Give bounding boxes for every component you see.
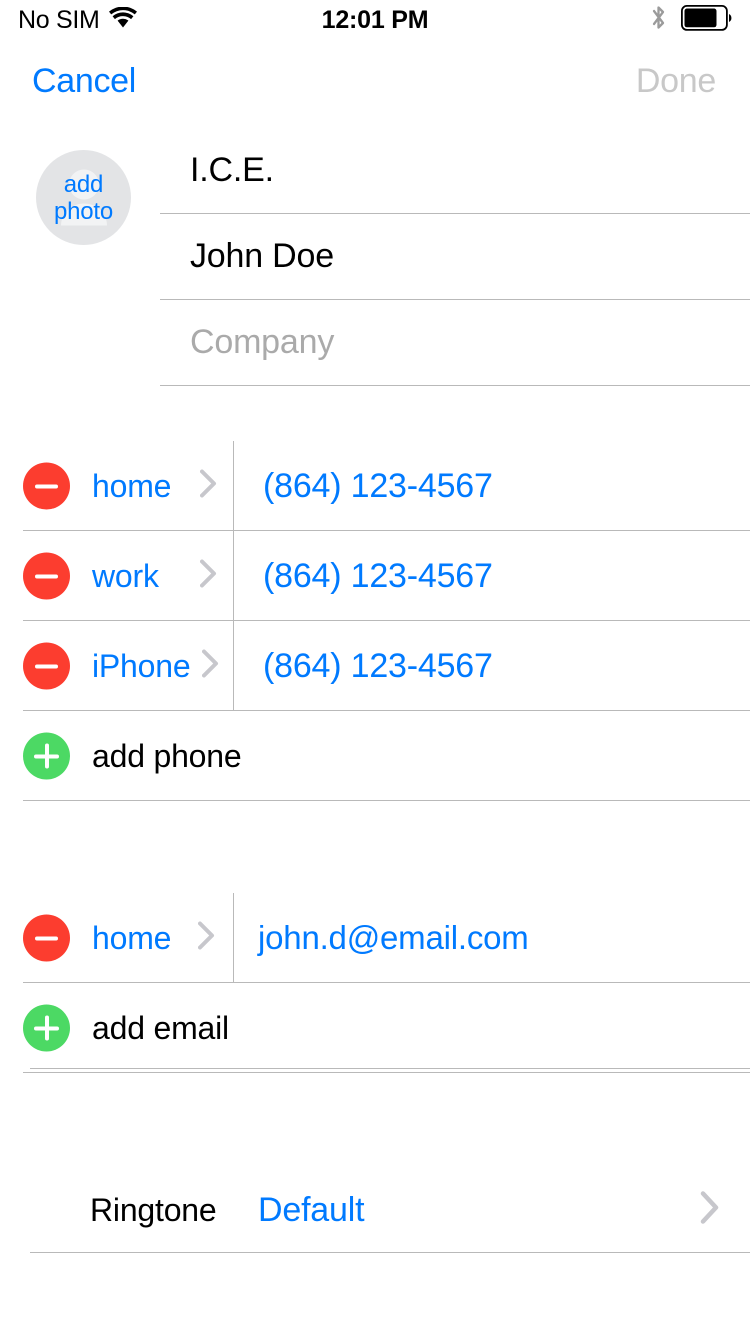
minus-icon <box>35 936 58 940</box>
status-bar: No SIM 12:01 PM <box>0 0 750 40</box>
done-button[interactable]: Done <box>636 62 716 101</box>
wifi-icon <box>108 6 137 33</box>
cancel-button[interactable]: Cancel <box>32 62 136 101</box>
phone-value-home[interactable]: (864) 123-4567 <box>263 467 493 506</box>
chevron-right-icon <box>198 921 215 955</box>
status-bar-center: 12:01 PM <box>322 6 429 35</box>
add-phone-label: add phone <box>92 737 242 774</box>
minus-icon <box>35 484 58 488</box>
delete-phone-iphone-button[interactable] <box>23 642 70 690</box>
status-bar-left: No SIM <box>18 6 322 35</box>
phone-row-work[interactable]: work (864) 123-4567 <box>0 531 750 621</box>
minus-icon <box>35 664 58 668</box>
company-placeholder: Company <box>190 323 335 361</box>
row-vertical-divider <box>233 621 234 711</box>
clock-label: 12:01 PM <box>321 5 429 34</box>
chevron-right-icon <box>200 559 217 593</box>
phone-value-iphone[interactable]: (864) 123-4567 <box>263 647 493 686</box>
minus-icon <box>35 574 58 578</box>
ringtone-row[interactable]: Ringtone Default <box>0 1167 750 1253</box>
phone-section: home (864) 123-4567 work (864) 123-4567 … <box>0 441 750 801</box>
last-name-field[interactable]: John Doe <box>160 214 750 300</box>
phone-row-iphone[interactable]: iPhone (864) 123-4567 <box>0 621 750 711</box>
email-row-home[interactable]: home john.d@email.com <box>0 893 750 983</box>
name-fields-group: I.C.E. John Doe Company <box>160 128 750 386</box>
add-phone-row[interactable]: add phone <box>0 711 750 801</box>
phone-value-work[interactable]: (864) 123-4567 <box>263 557 493 596</box>
first-name-field[interactable]: I.C.E. <box>160 128 750 214</box>
chevron-right-icon <box>700 1191 720 1230</box>
row-vertical-divider <box>233 893 234 983</box>
delete-email-home-button[interactable] <box>23 914 70 962</box>
add-photo-line2: photo <box>53 197 114 225</box>
carrier-label: No SIM <box>18 5 100 34</box>
plus-icon <box>34 743 59 769</box>
chevron-right-icon <box>202 649 219 683</box>
delete-phone-home-button[interactable] <box>23 462 70 510</box>
ringtone-spacer <box>0 1068 750 1167</box>
add-email-button[interactable] <box>23 1004 70 1052</box>
add-email-row[interactable]: add email <box>0 983 750 1073</box>
phone-label-home[interactable]: home <box>92 468 171 505</box>
ringtone-label: Ringtone <box>90 1191 217 1228</box>
chevron-right-icon <box>200 469 217 503</box>
ringtone-separator-top <box>30 1068 750 1069</box>
add-photo-label: add photo <box>54 171 113 225</box>
battery-icon <box>681 4 732 36</box>
add-email-label: add email <box>92 1009 229 1046</box>
ringtone-value[interactable]: Default <box>258 1191 365 1230</box>
row-vertical-divider <box>233 441 234 531</box>
row-vertical-divider <box>233 531 234 621</box>
ringtone-section: Ringtone Default <box>0 1068 750 1253</box>
ringtone-separator-bottom <box>30 1252 750 1253</box>
first-name-value: I.C.E. <box>190 151 274 189</box>
add-photo-line1: add <box>63 170 104 198</box>
add-photo-button[interactable]: add photo <box>36 150 131 245</box>
add-phone-button[interactable] <box>23 732 70 780</box>
plus-icon <box>34 1015 59 1041</box>
last-name-value: John Doe <box>190 237 334 275</box>
company-field[interactable]: Company <box>160 300 750 386</box>
phone-label-work[interactable]: work <box>92 558 159 595</box>
email-value-home[interactable]: john.d@email.com <box>258 919 529 957</box>
row-separator <box>23 800 750 801</box>
phone-row-home[interactable]: home (864) 123-4567 <box>0 441 750 531</box>
phone-label-iphone[interactable]: iPhone <box>92 648 191 685</box>
status-bar-right <box>428 4 732 36</box>
navigation-bar: Cancel Done <box>0 40 750 128</box>
delete-phone-work-button[interactable] <box>23 552 70 600</box>
email-label-home[interactable]: home <box>92 920 171 957</box>
email-section: home john.d@email.com add email <box>0 893 750 1073</box>
bluetooth-icon <box>650 4 667 36</box>
